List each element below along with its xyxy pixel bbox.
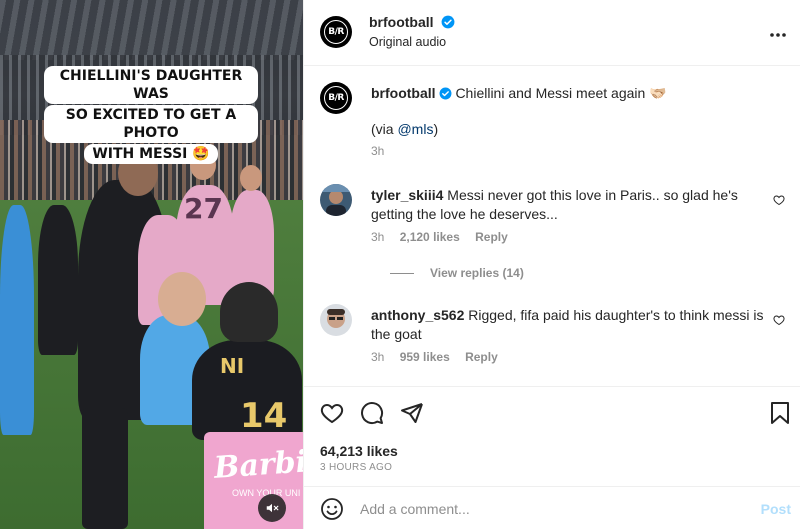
save-bookmark-icon[interactable]	[769, 401, 791, 425]
commenter-avatar[interactable]	[320, 304, 352, 336]
comment-input[interactable]	[360, 497, 730, 521]
more-horizontal-icon	[770, 33, 786, 37]
player-legs	[82, 408, 128, 529]
author-avatar[interactable]: B/R	[320, 16, 352, 48]
comment-time: 3h	[371, 350, 385, 364]
caption-line-3: WITH MESSI 🤩	[84, 144, 218, 164]
post-video[interactable]: 27 NI 14 Barbie OWN YOUR UNI CHIELLINI'S…	[0, 0, 303, 529]
comment-item: anthony_s562 Rigged, fifa paid his daugh…	[320, 304, 785, 374]
caption-via: (via @mls)	[371, 121, 439, 137]
jersey-number-27: 27	[184, 192, 223, 225]
posted-time: 3 HOURS AGO	[320, 462, 393, 473]
post-comment-button[interactable]: Post	[761, 501, 791, 517]
br-logo: B/R	[324, 86, 348, 110]
avatar-photo	[320, 304, 352, 336]
post-actions: 64,213 likes 3 HOURS AGO	[304, 386, 800, 486]
more-options-button[interactable]	[769, 22, 787, 43]
caption-time: 3h	[371, 144, 385, 158]
girl-face	[158, 272, 206, 326]
mute-button[interactable]	[258, 494, 286, 522]
author-username[interactable]: brfootball	[369, 14, 434, 30]
verified-badge-icon	[439, 87, 452, 100]
likes-count[interactable]: 64,213 likes	[320, 443, 398, 459]
replies-divider	[390, 273, 414, 275]
barbie-logo-text: Barbie	[212, 443, 303, 486]
emoji-smiley-icon[interactable]	[320, 497, 344, 521]
jersey-number-14: 14	[240, 396, 288, 436]
comment-username[interactable]: anthony_s562	[371, 307, 464, 323]
caption-meta: 3h	[371, 144, 396, 158]
reply-button[interactable]: Reply	[475, 230, 508, 244]
caption-line-2: SO EXCITED TO GET A PHOTO	[44, 105, 258, 143]
bystander	[38, 205, 78, 355]
commenter-avatar[interactable]	[320, 184, 352, 216]
video-caption-overlay: CHIELLINI'S DAUGHTER WAS SO EXCITED TO G…	[44, 66, 258, 165]
like-heart-icon[interactable]	[320, 401, 344, 425]
comment-time: 3h	[371, 230, 385, 244]
caption-text: brfootball Chiellini and Messi meet agai…	[371, 84, 771, 103]
caption-body: Chiellini and Messi meet again 🫱🏻‍🫲🏼	[455, 85, 667, 101]
comment-bubble-icon[interactable]	[360, 401, 384, 425]
author-avatar[interactable]: B/R	[320, 82, 352, 114]
post-caption: B/R brfootball Chiellini and Messi meet …	[320, 82, 785, 162]
comment-likes[interactable]: 2,120 likes	[400, 230, 460, 244]
reply-button[interactable]: Reply	[465, 350, 498, 364]
comment-username[interactable]: tyler_skiii4	[371, 187, 443, 203]
share-paper-plane-icon[interactable]	[400, 401, 424, 425]
caption-username[interactable]: brfootball	[371, 85, 436, 101]
jersey-name: NI	[220, 354, 245, 378]
like-comment-heart-icon[interactable]	[773, 314, 785, 326]
comments-list: B/R brfootball Chiellini and Messi meet …	[304, 66, 800, 386]
caption-line-1: CHIELLINI'S DAUGHTER WAS	[44, 66, 258, 104]
br-logo: B/R	[324, 20, 348, 44]
avatar-photo	[320, 184, 352, 216]
comment-text: anthony_s562 Rigged, fifa paid his daugh…	[371, 306, 771, 344]
post-header: B/R brfootball Original audio	[304, 0, 800, 66]
comment-likes[interactable]: 959 likes	[400, 350, 450, 364]
comment-item: tyler_skiii4 Messi never got this love i…	[320, 184, 785, 284]
mention-link[interactable]: @mls	[397, 121, 433, 137]
girl-cap	[220, 282, 278, 342]
view-replies-button[interactable]: View replies (14)	[390, 266, 524, 280]
comment-meta: 3h 2,120 likes Reply	[371, 230, 520, 244]
like-comment-heart-icon[interactable]	[773, 194, 785, 206]
bystander-blue	[0, 205, 34, 435]
player-head	[240, 165, 262, 191]
stadium-roof	[0, 0, 303, 60]
verified-badge-icon	[441, 15, 455, 29]
post-side-panel: B/R brfootball Original audio B/R brfoot…	[303, 0, 800, 529]
audio-label[interactable]: Original audio	[369, 35, 446, 49]
speaker-muted-icon	[266, 503, 279, 513]
comment-text: tyler_skiii4 Messi never got this love i…	[371, 186, 771, 224]
comment-meta: 3h 959 likes Reply	[371, 350, 510, 364]
add-comment-bar: Post	[304, 486, 800, 529]
